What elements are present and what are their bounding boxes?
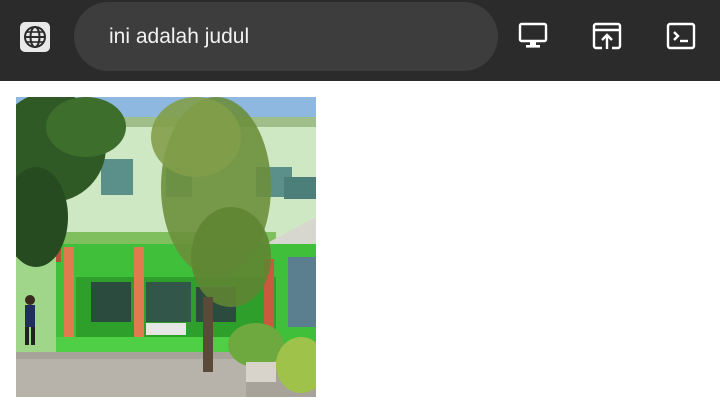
page-title: ini adalah judul [109,25,250,48]
desktop-icon[interactable] [516,19,550,53]
terminal-icon[interactable] [664,19,698,53]
title-bar[interactable]: ini adalah judul [74,2,498,71]
globe-icon[interactable] [18,20,51,53]
top-toolbar: ini adalah judul [0,0,720,81]
school-building-photo [16,97,316,397]
open-in-new-window-icon[interactable] [590,19,624,53]
